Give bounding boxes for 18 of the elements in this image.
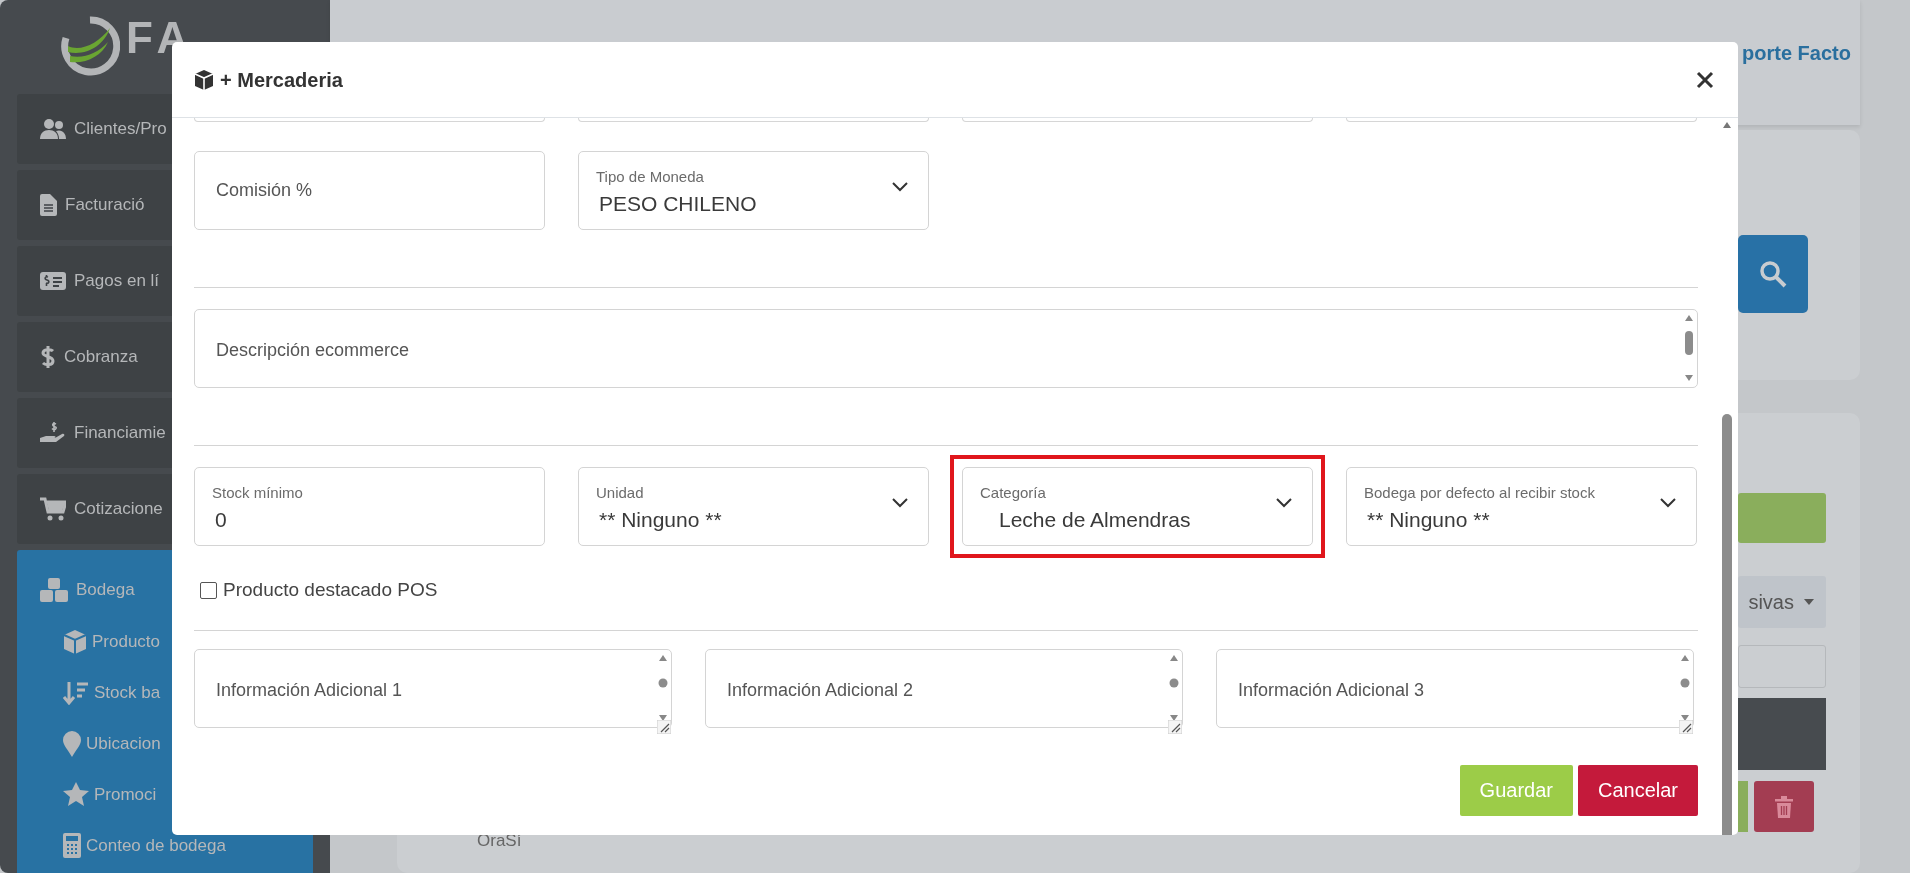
sidebar-label: Bodega — [76, 579, 135, 602]
sidebar-label: Clientes/Pro — [74, 118, 167, 141]
sidebar-label: Cobranza — [64, 346, 138, 369]
field-label: Categoría — [980, 483, 1046, 503]
sidebar-label: Facturació — [65, 194, 145, 217]
field-value: ** Ninguno ** — [1367, 507, 1490, 533]
sidebar-label: Pagos en lí — [74, 270, 160, 293]
field-label: Stock mínimo — [212, 483, 303, 503]
modal-title: + Mercaderia — [220, 67, 343, 93]
field-label: Bodega por defecto al recibir stock — [1364, 483, 1595, 503]
sidebar-label: Cotizacione — [74, 498, 163, 521]
sidebar-label: Financiamie — [74, 422, 166, 445]
field-value: ** Ninguno ** — [599, 507, 722, 533]
field-label: Tipo de Moneda — [596, 167, 704, 187]
field-value: 0 — [215, 507, 227, 533]
field-value: PESO CHILENO — [599, 191, 757, 217]
field-label: Unidad — [596, 483, 644, 503]
field-value: Leche de Almendras — [999, 507, 1191, 533]
